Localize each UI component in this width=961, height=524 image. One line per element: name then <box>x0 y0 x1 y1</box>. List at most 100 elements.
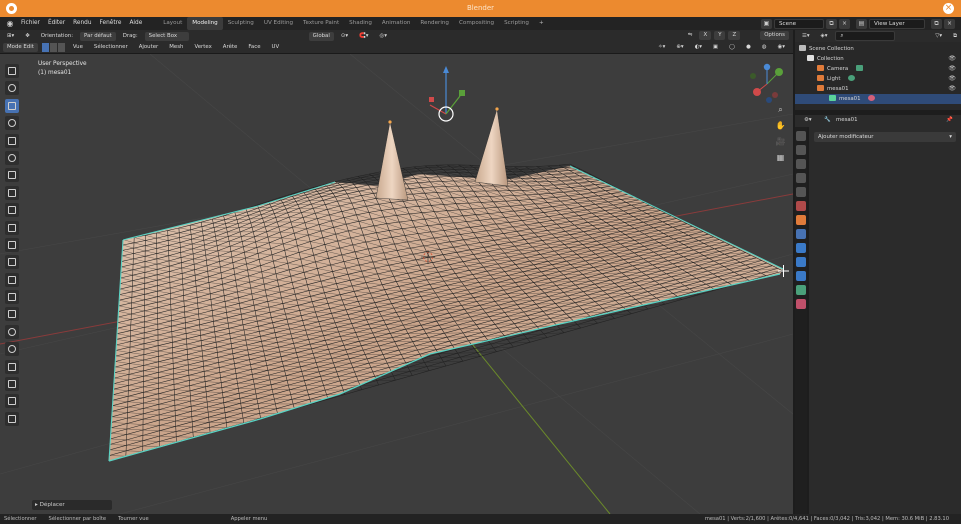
overlay-toggle-icon[interactable]: ◐▾ <box>691 43 706 52</box>
rip-tool-icon[interactable] <box>5 411 19 426</box>
tab-modeling[interactable]: Modeling <box>187 17 223 30</box>
tab-sculpting[interactable]: Sculpting <box>223 17 259 30</box>
tab-uv-editing[interactable]: UV Editing <box>259 17 298 30</box>
menu-help[interactable]: Aide <box>125 17 146 30</box>
drag-dropdown[interactable]: Select Box <box>144 31 189 41</box>
loop-cut-tool-icon[interactable] <box>5 272 19 287</box>
edge-select-mode-icon[interactable] <box>49 43 58 52</box>
menu-mesh[interactable]: Mesh <box>165 43 187 52</box>
measure-tool-icon[interactable] <box>5 185 19 200</box>
tool-tab-icon[interactable] <box>796 131 806 141</box>
mirror-y-toggle[interactable]: Y <box>714 31 726 40</box>
material-tab-icon[interactable] <box>796 299 806 309</box>
menu-add[interactable]: Ajouter <box>135 43 163 52</box>
outliner-row-mesa01-data[interactable]: mesa01 <box>795 94 961 104</box>
physics-tab-icon[interactable] <box>796 257 806 267</box>
new-scene-icon[interactable]: ⧉ <box>826 18 837 29</box>
outliner-search-input[interactable]: ⌕ <box>835 31 896 41</box>
menu-view[interactable]: Vue <box>69 43 87 52</box>
spin-tool-icon[interactable] <box>5 324 19 339</box>
rendered-shading-icon[interactable]: ◉▾ <box>774 43 789 52</box>
bevel-tool-icon[interactable] <box>5 255 19 270</box>
menu-file[interactable]: Fichier <box>17 17 44 30</box>
mirror-z-toggle[interactable]: Z <box>728 31 741 40</box>
proportional-edit-icon[interactable]: ◎▾ <box>376 32 391 41</box>
visibility-eye-icon[interactable]: 👁 <box>948 84 956 94</box>
orientation-dropdown[interactable]: Par défaut <box>80 31 116 41</box>
material-shading-icon[interactable]: ◍ <box>758 43 771 52</box>
new-collection-icon[interactable]: ⧉ <box>949 32 961 41</box>
tab-scripting[interactable]: Scripting <box>499 17 534 30</box>
object-tab-icon[interactable] <box>796 215 806 225</box>
menu-window[interactable]: Fenêtre <box>96 17 126 30</box>
xray-toggle-icon[interactable]: ▣ <box>709 43 722 52</box>
menu-select[interactable]: Sélectionner <box>90 43 132 52</box>
shear-tool-icon[interactable] <box>5 394 19 409</box>
new-view-layer-icon[interactable]: ⧉ <box>931 18 942 29</box>
camera-view-icon[interactable]: 🎥 <box>775 136 786 147</box>
delete-view-layer-icon[interactable]: × <box>944 18 955 29</box>
selected-vertex[interactable] <box>495 107 499 111</box>
render-tab-icon[interactable] <box>796 145 806 155</box>
close-window-icon[interactable]: × <box>943 3 954 14</box>
tab-texture-paint[interactable]: Texture Paint <box>298 17 344 30</box>
delete-scene-icon[interactable]: × <box>839 18 850 29</box>
mirror-icon[interactable]: ⇋ <box>684 31 697 40</box>
cone-spike-right[interactable] <box>474 108 509 187</box>
knife-tool-icon[interactable] <box>5 290 19 305</box>
tab-layout[interactable]: Layout <box>158 17 187 30</box>
visibility-eye-icon[interactable]: 👁 <box>948 64 956 74</box>
outliner-row-scene-collection[interactable]: Scene Collection <box>795 44 961 54</box>
scene-icon[interactable]: ▣ <box>761 18 772 29</box>
face-select-mode-icon[interactable] <box>57 43 66 52</box>
last-operator-panel[interactable]: ▸ Déplacer <box>32 500 112 510</box>
viewport-scene[interactable] <box>0 54 793 514</box>
rotate-tool-icon[interactable] <box>5 116 19 131</box>
world-tab-icon[interactable] <box>796 201 806 211</box>
view-layer-tab-icon[interactable] <box>796 173 806 183</box>
add-modifier-dropdown[interactable]: Ajouter modificateur ▾ <box>814 132 956 142</box>
filter-icon[interactable]: ▽▾ <box>931 32 946 41</box>
tab-shading[interactable]: Shading <box>344 17 377 30</box>
poly-build-tool-icon[interactable] <box>5 307 19 322</box>
selected-vertex[interactable] <box>388 120 392 124</box>
editor-type-icon[interactable]: ⊞▾ <box>3 32 18 41</box>
mode-dropdown[interactable]: Mode Edit <box>3 43 38 52</box>
add-cube-tool-icon[interactable] <box>5 203 19 218</box>
transform-gizmo[interactable] <box>429 66 465 122</box>
inset-tool-icon[interactable] <box>5 237 19 252</box>
smooth-tool-icon[interactable] <box>5 342 19 357</box>
tab-rendering[interactable]: Rendering <box>415 17 454 30</box>
menu-face[interactable]: Face <box>244 43 264 52</box>
pan-hand-icon[interactable]: ✋ <box>775 120 786 131</box>
add-workspace-button[interactable]: + <box>534 17 549 30</box>
view-layer-field[interactable]: View Layer <box>869 18 925 29</box>
select-tool-icon[interactable] <box>5 64 19 78</box>
zoom-icon[interactable]: ⌕ <box>775 104 786 115</box>
visibility-icon[interactable]: ✧▾ <box>654 43 669 52</box>
tab-animation[interactable]: Animation <box>377 17 416 30</box>
pin-icon[interactable]: 📌 <box>942 116 957 125</box>
pivot-point-icon[interactable]: ⊙▾ <box>337 32 352 41</box>
annotate-tool-icon[interactable] <box>5 168 19 183</box>
constraints-tab-icon[interactable] <box>796 271 806 281</box>
modifier-tab-icon[interactable] <box>796 229 806 239</box>
outliner-row-light[interactable]: Light 👁 <box>795 74 961 84</box>
properties-editor-icon[interactable]: ⚙▾ <box>800 116 816 125</box>
snap-icon[interactable]: 🧲▾ <box>355 32 372 41</box>
edge-slide-tool-icon[interactable] <box>5 359 19 374</box>
navigation-gizmo[interactable] <box>745 62 789 106</box>
scene-name-field[interactable]: Scene <box>774 18 824 29</box>
blender-menu-icon[interactable]: ◉ <box>3 17 17 30</box>
view-layer-icon[interactable]: ▤ <box>856 18 867 29</box>
outliner-row-collection[interactable]: Collection 👁 <box>795 54 961 64</box>
extrude-tool-icon[interactable] <box>5 220 19 235</box>
outliner-row-camera[interactable]: Camera 👁 <box>795 64 961 74</box>
menu-uv[interactable]: UV <box>268 43 284 52</box>
shrink-fatten-tool-icon[interactable] <box>5 377 19 392</box>
particles-tab-icon[interactable] <box>796 243 806 253</box>
outliner-row-mesa01[interactable]: mesa01 👁 <box>795 84 961 94</box>
menu-edit[interactable]: Éditer <box>44 17 69 30</box>
menu-vertex[interactable]: Vertex <box>190 43 215 52</box>
mirror-x-toggle[interactable]: X <box>699 31 712 40</box>
